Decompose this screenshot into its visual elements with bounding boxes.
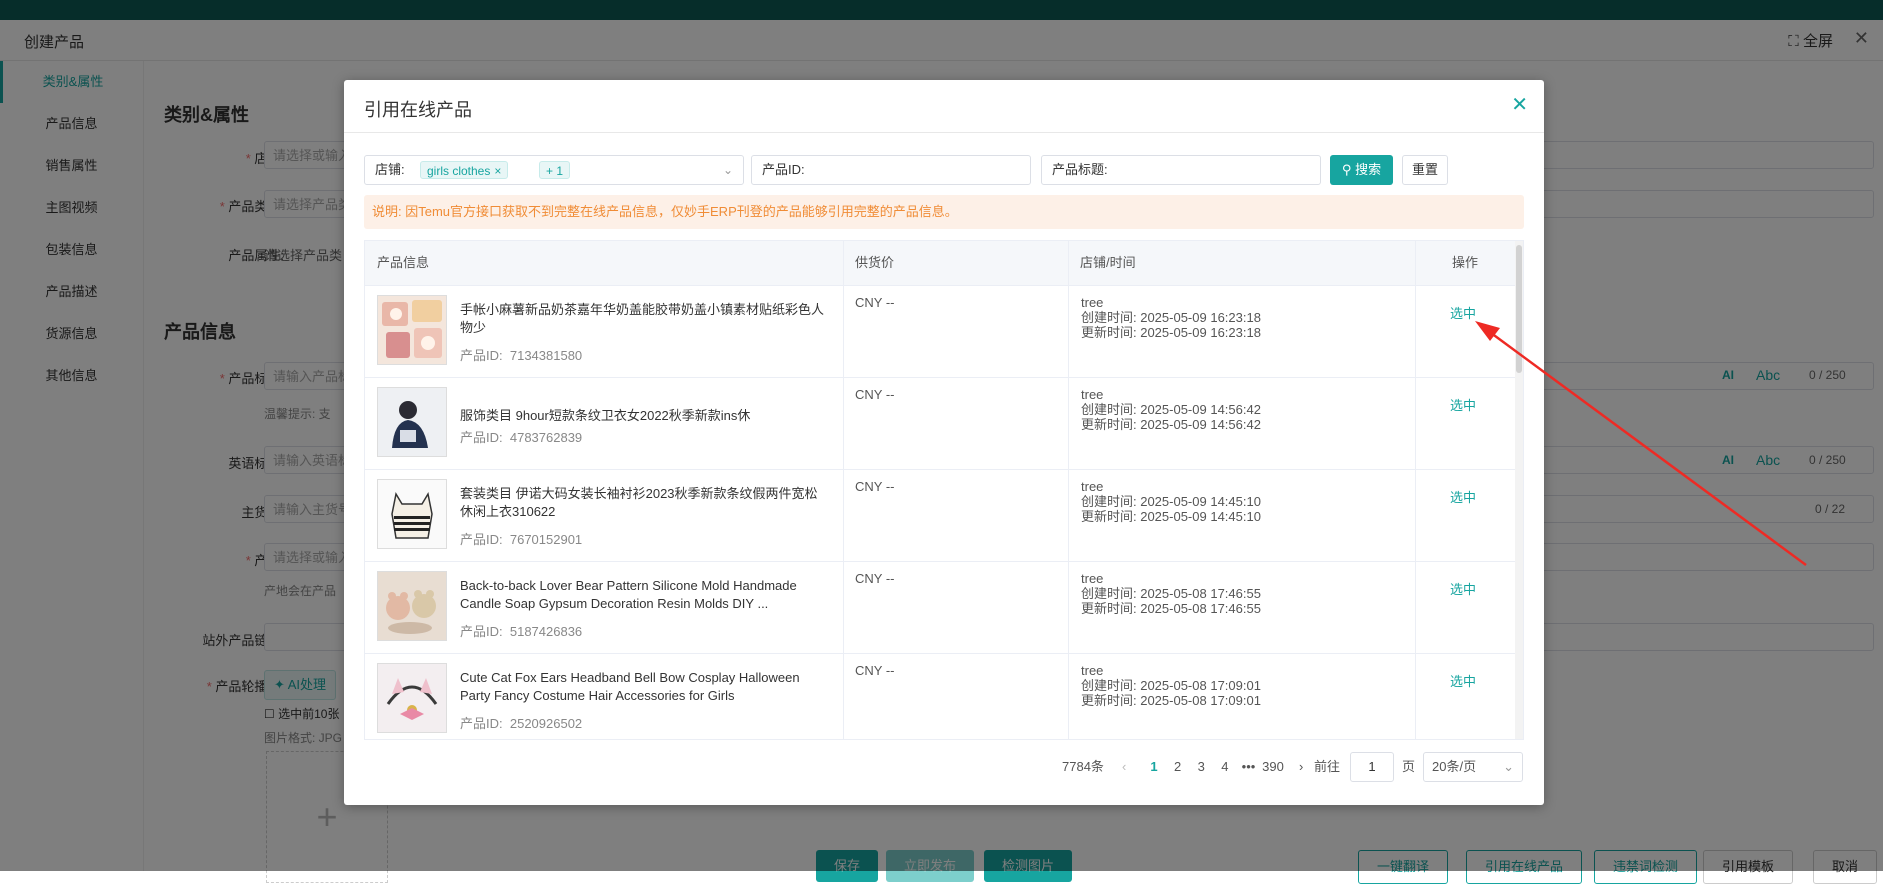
annotation-arrow <box>1475 321 1807 567</box>
